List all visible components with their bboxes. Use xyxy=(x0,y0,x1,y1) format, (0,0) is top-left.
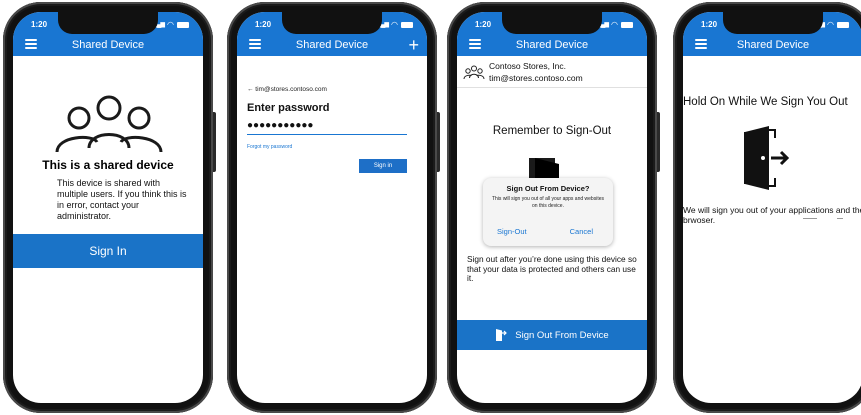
sign-out-door-icon xyxy=(744,126,789,190)
users-icon xyxy=(55,95,163,153)
app-title: Shared Device xyxy=(71,39,145,51)
phone-signing-out-screen: 1:20 ▂▄▆ ◠ Shared Device Hold On While W… xyxy=(673,2,861,413)
wifi-icon: ◠ xyxy=(611,20,618,29)
sign-in-button[interactable]: Sign In xyxy=(13,234,203,268)
sign-out-from-device-button[interactable]: Sign Out From Device xyxy=(457,320,647,350)
app-bar: Shared Device + xyxy=(237,34,427,56)
sign-out-from-device-label: Sign Out From Device xyxy=(515,329,609,341)
menu-icon[interactable] xyxy=(249,39,261,49)
status-time: 1:20 xyxy=(475,20,492,29)
battery-icon xyxy=(837,21,849,28)
shared-device-title: This is a shared device xyxy=(42,158,174,172)
password-field[interactable]: ●●●●●●●●●●● xyxy=(247,119,407,135)
dialog-cancel-button[interactable]: Cancel xyxy=(570,227,593,236)
status-icons: ▂▄▆ ◠ xyxy=(378,20,413,29)
menu-icon[interactable] xyxy=(25,39,37,49)
account-email: tim@stores.contoso.com xyxy=(489,73,583,83)
dialog-title: Sign Out From Device? xyxy=(506,184,590,193)
remember-heading: Remember to Sign-Out xyxy=(492,125,612,137)
phone-shared-device-screen: 1:20 ▂▄▆ ◠ Shared Device This is a share… xyxy=(3,2,216,413)
sign-out-door-icon xyxy=(496,329,508,341)
enter-password-heading: Enter password xyxy=(247,102,330,114)
progress-indicator xyxy=(793,218,861,219)
sign-out-reminder-message: Sign out after you’re done using this de… xyxy=(467,254,637,283)
app-title: Shared Device xyxy=(515,39,589,51)
back-email-link[interactable]: ← tim@stores.contoso.com xyxy=(247,86,327,93)
battery-icon xyxy=(621,21,633,28)
wifi-icon: ◠ xyxy=(827,20,834,29)
phone-screen: 1:20 ▂▄▆ ◠ Shared Device This is a share… xyxy=(13,12,203,403)
phone-enter-password-screen: 1:20 ▂▄▆ ◠ Shared Device + ← tim@stores.… xyxy=(227,2,440,413)
status-time: 1:20 xyxy=(255,20,272,29)
app-title: Shared Device xyxy=(736,39,810,51)
phone-screen: 1:20 ▂▄▆ ◠ Shared Device Contoso Stores,… xyxy=(457,12,647,403)
forgot-password-link[interactable]: Forgot my password xyxy=(247,144,292,150)
menu-icon[interactable] xyxy=(695,39,707,49)
app-title: Shared Device xyxy=(295,39,369,51)
phone-screen: 1:20 ▂▄▆ ◠ Shared Device + ← tim@stores.… xyxy=(237,12,427,403)
status-icons: ▂▄▆ ◠ xyxy=(154,20,189,29)
wifi-icon: ◠ xyxy=(391,20,398,29)
app-bar: Shared Device xyxy=(13,34,203,56)
plus-icon[interactable]: + xyxy=(408,35,419,55)
notch xyxy=(502,12,602,34)
status-time: 1:20 xyxy=(701,20,718,29)
notch xyxy=(282,12,382,34)
org-name: Contoso Stores, Inc. xyxy=(489,61,567,71)
signing-out-heading: Hold On While We Sign You Out xyxy=(683,96,848,108)
sign-out-dialog: Sign Out From Device? This will sign you… xyxy=(483,178,613,246)
dialog-message: This will sign you out of all your apps … xyxy=(491,196,604,209)
signing-out-message: We will sign you out of your application… xyxy=(683,205,861,225)
notch xyxy=(723,12,823,34)
account-header: Contoso Stores, Inc. tim@stores.contoso.… xyxy=(457,56,647,88)
phone-sign-out-dialog-screen: 1:20 ▂▄▆ ◠ Shared Device Contoso Stores,… xyxy=(447,2,660,413)
phone-screen: 1:20 ▂▄▆ ◠ Shared Device Hold On While W… xyxy=(683,12,861,403)
status-time: 1:20 xyxy=(31,20,48,29)
app-bar: Shared Device xyxy=(683,34,861,56)
dialog-sign-out-button[interactable]: Sign-Out xyxy=(497,227,527,236)
notch xyxy=(58,12,158,34)
account-icon xyxy=(463,65,485,79)
menu-icon[interactable] xyxy=(469,39,481,49)
shared-device-message: This device is shared with multiple user… xyxy=(57,178,187,221)
battery-icon xyxy=(401,21,413,28)
battery-icon xyxy=(177,21,189,28)
wifi-icon: ◠ xyxy=(167,20,174,29)
sign-in-button[interactable]: Sign in xyxy=(359,159,407,173)
app-bar: Shared Device xyxy=(457,34,647,56)
status-icons: ▂▄▆ ◠ xyxy=(598,20,633,29)
